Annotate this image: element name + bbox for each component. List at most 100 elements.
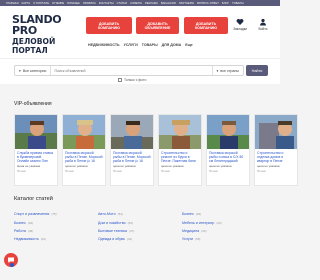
search-input[interactable]: [50, 66, 213, 75]
nav-item[interactable]: ДЛЯ ДОМА: [162, 43, 182, 47]
vip-card[interactable]: Строительство и отделка домов и квартир …: [254, 114, 298, 186]
vip-card[interactable]: Поставка морской рыбы и мяса в С/Х 80 см…: [206, 114, 250, 186]
catalog-count: (61): [40, 237, 47, 242]
top-link[interactable]: СТАТЬИ: [117, 2, 128, 5]
region-select-value: все страны: [220, 68, 239, 73]
catalog-column: Спорт и развлечения (75) Бизнес (92) Работ…: [14, 210, 98, 244]
chevron-down-icon: ▾: [216, 68, 219, 73]
top-link[interactable]: ПРАВИЛА: [83, 2, 96, 5]
catalog-link[interactable]: Бизнес (92): [14, 218, 98, 226]
top-link[interactable]: ВОПРОС-ОТВЕТ: [197, 2, 219, 5]
site-logo[interactable]: SLANDO PRO ДЕЛОВОЙ ПОРТАЛ: [12, 14, 74, 55]
catalog-link[interactable]: Мебель и интерьер (29): [182, 218, 266, 226]
site-header: SLANDO PRO ДЕЛОВОЙ ПОРТАЛ ДОБАВИТЬ КОМПА…: [0, 6, 280, 58]
card-photo: [111, 115, 153, 149]
card-location: Пенза: [161, 169, 170, 173]
catalog-link[interactable]: Одежда и обувь (44): [98, 235, 182, 243]
top-link[interactable]: О ПОРТАЛЕ: [33, 2, 49, 5]
nav-item[interactable]: УСЛУГИ: [124, 43, 138, 47]
catalog-link[interactable]: Авто-Мото (54): [98, 210, 182, 218]
vip-card[interactable]: Поставка морской рыбы в Пензе. Морской р…: [62, 114, 106, 186]
nav-item[interactable]: НЕДВИЖИМОСТЬ: [88, 43, 120, 47]
catalog-link-label: Одежда и обувь: [98, 237, 125, 242]
catalog-count: (37): [129, 228, 135, 233]
top-link[interactable]: ПАРТНЕРЫ: [179, 2, 194, 5]
catalog-link[interactable]: Бизнес (96): [182, 210, 266, 218]
card-title[interactable]: Строительство и отделка домов и квартир …: [255, 149, 297, 163]
catalog-link[interactable]: Работа (48): [14, 227, 98, 235]
catalog-link[interactable]: Медицина (33): [182, 227, 266, 235]
top-link[interactable]: КАРТА: [22, 2, 31, 5]
chevron-down-icon: ▾: [19, 68, 21, 73]
catalog-link-label: Недвижимость: [14, 237, 39, 242]
catalog-link[interactable]: Дом и хозяйство (83): [98, 218, 182, 226]
with-photo-checkbox[interactable]: Только с фото: [118, 78, 146, 82]
search-bar: ▾ Все категории ▾ все страны Найти Тольк…: [0, 58, 280, 84]
checkbox-icon: [118, 78, 122, 82]
card-photo: [255, 115, 297, 149]
top-link[interactable]: КОНТАКТЫ: [99, 2, 114, 5]
catalog-link-label: Мебель и интерьер: [182, 220, 215, 225]
top-link[interactable]: ВАКАНСИИ: [161, 2, 176, 5]
card-photo: [207, 115, 249, 149]
catalog-link-label: Бизнес: [14, 220, 26, 225]
catalog-link-label: Бытовые техника: [98, 228, 127, 233]
catalog-link-label: Медицина: [182, 228, 200, 233]
card-location: Пенза: [209, 169, 218, 173]
vip-section: VIP-объявления Служба приема ставок в бу…: [0, 95, 298, 188]
with-photo-label: Только с фото: [124, 78, 147, 82]
catalog-title: Каталог статей: [14, 196, 53, 202]
notification-dot-icon: [10, 263, 14, 267]
top-link[interactable]: РЕКЛАМА: [145, 2, 158, 5]
top-link[interactable]: ТОВАРЫ: [232, 2, 244, 5]
nav-item[interactable]: ТОВАРЫ: [142, 43, 158, 47]
top-link[interactable]: БЛОГ: [222, 2, 229, 5]
add-company-button-2[interactable]: ДОБАВИТЬ КОМПАНИЮ: [184, 17, 228, 34]
category-select[interactable]: ▾ Все категории: [15, 69, 50, 73]
login-link[interactable]: Войти: [253, 18, 273, 31]
nav-item[interactable]: Еще: [185, 43, 192, 47]
card-title[interactable]: Служба приема ставок в букмекерский. Онл…: [15, 149, 57, 163]
bookmarks-link[interactable]: Закладки: [230, 18, 250, 31]
catalog-count: (29): [216, 220, 222, 225]
catalog-count: (33): [201, 228, 207, 233]
logo-title: SLANDO PRO: [12, 13, 62, 37]
catalog-count: (58): [195, 237, 201, 242]
catalog-count: (96): [195, 212, 202, 217]
top-link[interactable]: ГЛАВНАЯ: [6, 2, 19, 5]
catalog-link[interactable]: Спорт и развлечения (75): [14, 210, 98, 218]
logo-subtitle: ДЕЛОВОЙ ПОРТАЛ: [12, 37, 56, 55]
vip-card[interactable]: Служба приема ставок в букмекерский. Онл…: [14, 114, 58, 186]
add-company-button[interactable]: ДОБАВИТЬ КОМПАНИЮ: [86, 17, 132, 34]
vip-card[interactable]: Строительство и ремонт из бруса в Пензе.…: [158, 114, 202, 186]
category-nav: НЕДВИЖИМОСТЬ УСЛУГИ ТОВАРЫ ДЛЯ ДОМА Еще: [88, 43, 193, 47]
card-title[interactable]: Поставка морской рыбы и мяса в С/Х 80 см…: [207, 149, 249, 163]
search-button[interactable]: Найти: [246, 65, 268, 76]
catalog-link-label: Дом и хозяйство: [98, 220, 126, 225]
catalog-link[interactable]: Бытовые техника (37): [98, 227, 182, 235]
add-ad-button[interactable]: ДОБАВИТЬ ОБЪЯВЛЕНИЕ: [136, 17, 179, 34]
heart-icon: [236, 19, 244, 25]
catalog-column: Бизнес (96) Мебель и интерьер (29) Медицин…: [182, 210, 266, 244]
catalog-count: (44): [126, 237, 133, 242]
category-select-value: Все категории: [22, 68, 47, 73]
top-link[interactable]: ПОМОЩЬ: [67, 2, 80, 5]
user-icon: [260, 18, 266, 26]
catalog-count: (83): [127, 220, 133, 225]
card-title[interactable]: Поставка морской рыбы в Пензе. Морской р…: [111, 149, 153, 163]
bookmarks-label: Закладки: [233, 27, 247, 31]
catalog-link-label: Бизнес: [182, 212, 194, 217]
region-select[interactable]: ▾ все страны: [213, 69, 243, 73]
vip-card[interactable]: Поставка морской рыбы в Пензе. Морской р…: [110, 114, 154, 186]
card-title[interactable]: Поставка морской рыбы в Пензе. Морской р…: [63, 149, 105, 163]
card-title[interactable]: Строительство и ремонт из бруса в Пензе.…: [159, 149, 201, 163]
catalog-link-label: Авто-Мото: [98, 212, 116, 217]
catalog-count: (75): [51, 212, 57, 217]
catalog-link-label: Спорт и развлечения: [14, 212, 50, 217]
top-link[interactable]: ОТЗЫВЫ: [52, 2, 64, 5]
catalog-link[interactable]: Недвижимость (61): [14, 235, 98, 243]
top-link[interactable]: СОВЕТЫ: [130, 2, 142, 5]
catalog-columns: Спорт и развлечения (75) Бизнес (92) Работ…: [14, 210, 266, 244]
catalog-link[interactable]: Услуги (58): [182, 235, 266, 243]
card-photo: [63, 115, 105, 149]
